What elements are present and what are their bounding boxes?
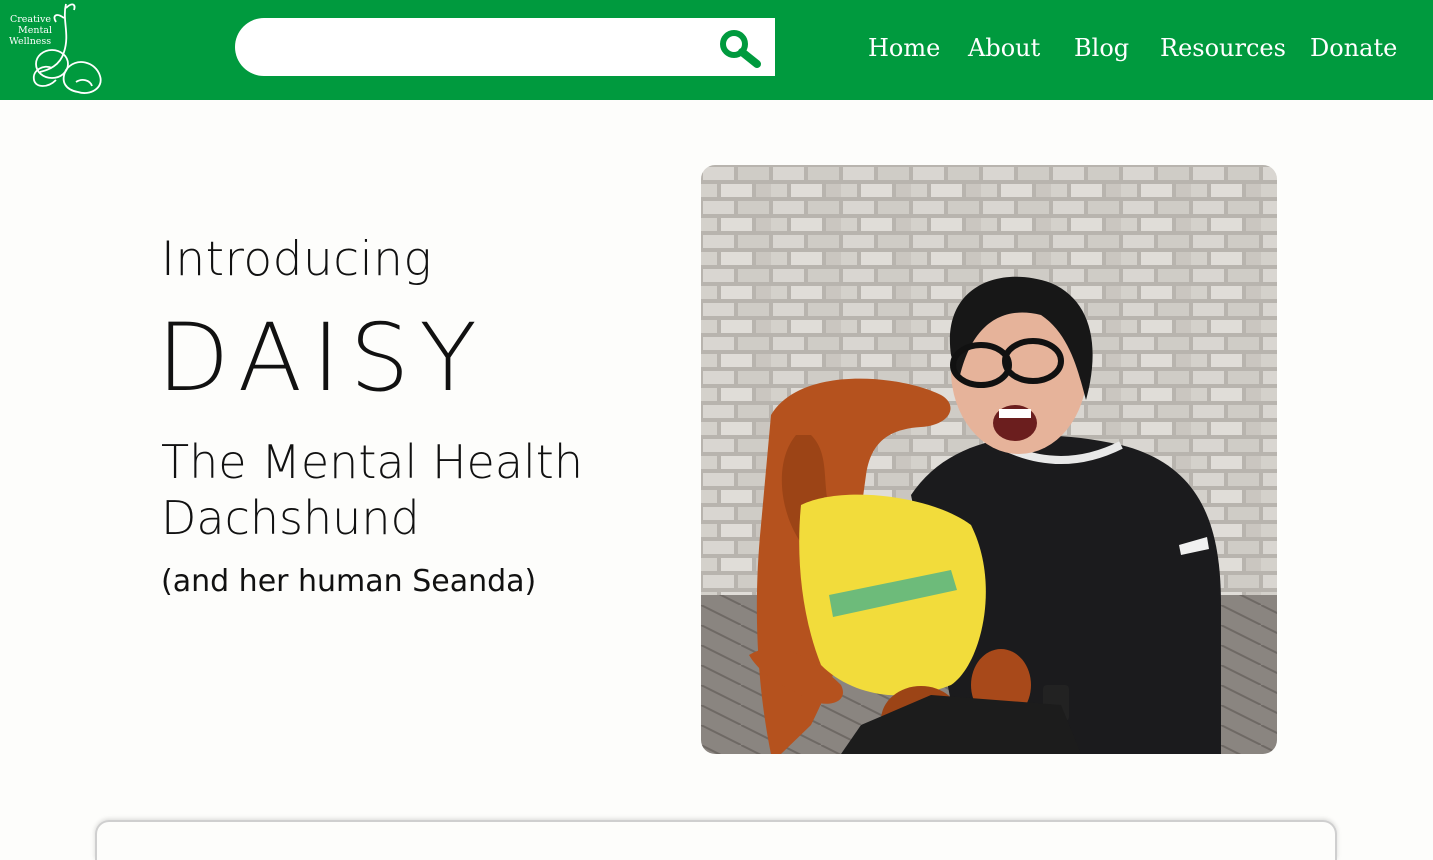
hero-photo: [701, 165, 1277, 754]
logo-text-line1: Creative: [10, 14, 51, 25]
hero-intro: Introducing: [161, 232, 433, 287]
nav-donate[interactable]: Donate: [1310, 30, 1397, 66]
logo[interactable]: Creative Mental Wellness: [4, 0, 104, 98]
hero-human-caption: (and her human Seanda): [161, 564, 537, 599]
hero-name: DAISY: [157, 304, 487, 413]
nav-blog[interactable]: Blog: [1074, 30, 1129, 66]
nav-home[interactable]: Home: [868, 30, 940, 66]
nav-resources[interactable]: Resources: [1160, 30, 1286, 66]
nav-about[interactable]: About: [968, 30, 1040, 66]
logo-text-line3: Wellness: [9, 36, 52, 47]
hero-subtitle: The Mental Health Dachshund: [161, 435, 583, 545]
search-icon[interactable]: [715, 28, 763, 68]
site-header: Creative Mental Wellness Home About Blog…: [0, 0, 1433, 100]
photo-dachshund-and-seanda: [701, 165, 1277, 754]
logo-text-line2: Mental: [18, 25, 52, 36]
search-bar: [235, 18, 775, 76]
search-input[interactable]: [259, 28, 709, 66]
content-card-top-edge: [95, 820, 1337, 860]
